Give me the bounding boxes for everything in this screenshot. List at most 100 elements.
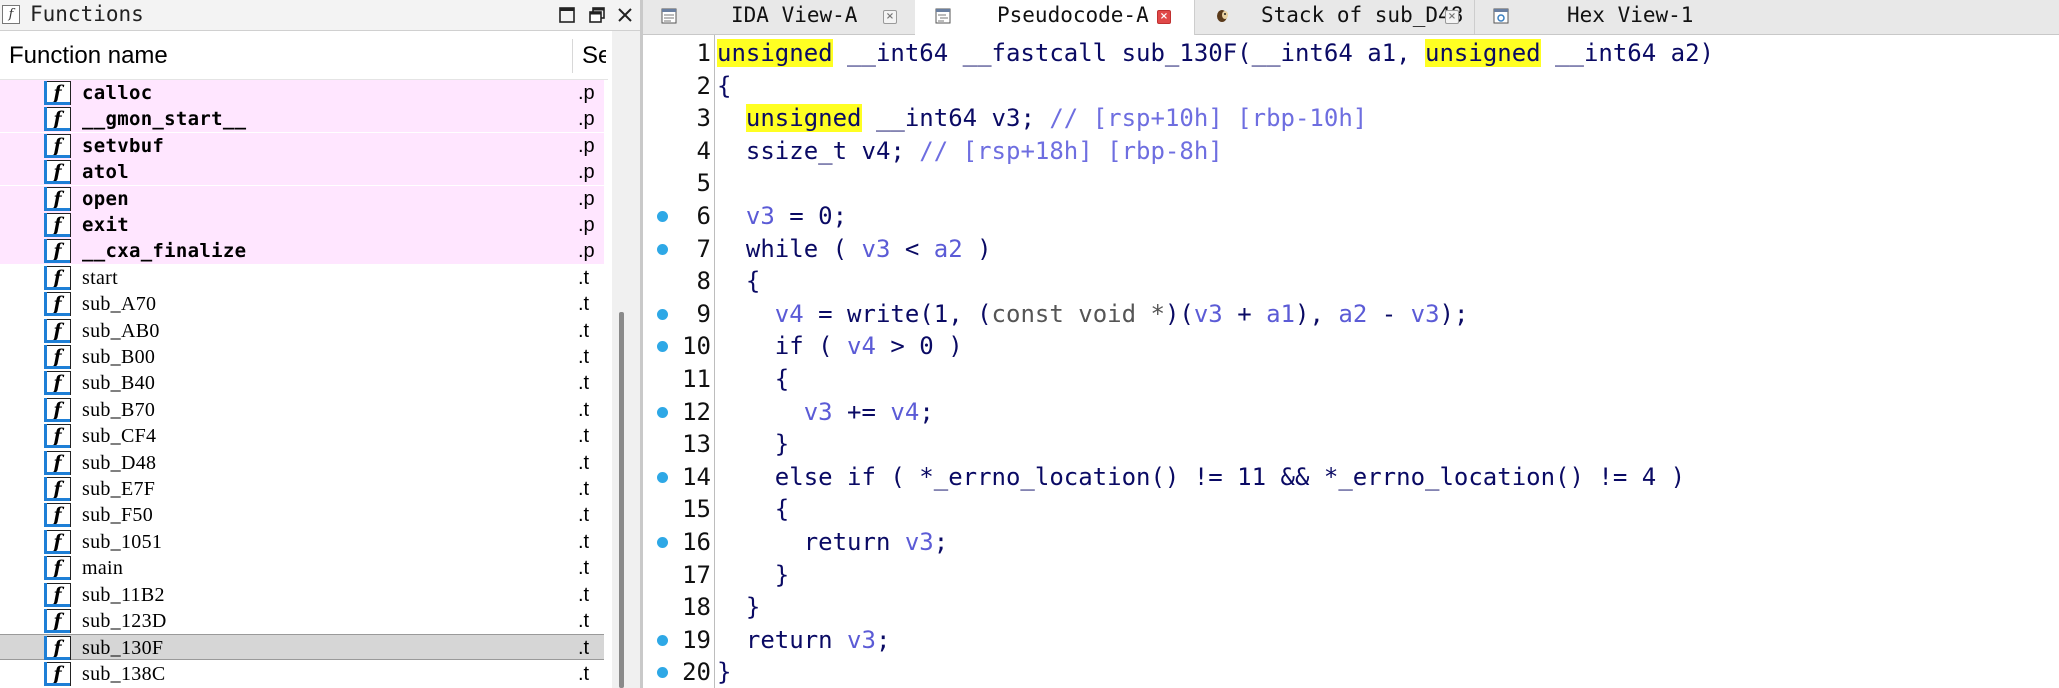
- line-number: 18: [682, 593, 711, 622]
- function-icon: f: [44, 661, 71, 686]
- code-text[interactable]: {: [717, 265, 760, 297]
- function-row[interactable]: f __gmon_start__ .p: [0, 106, 604, 133]
- code-line[interactable]: 9 v4 = write(1, (const void *)(v3 + a1),…: [643, 298, 2059, 330]
- pseudocode-view[interactable]: 1 unsigned __int64 __fastcall sub_130F(__…: [643, 35, 2059, 688]
- code-line[interactable]: 3 unsigned __int64 v3; // [rsp+10h] [rbp…: [643, 102, 2059, 134]
- code-line[interactable]: 15 {: [643, 493, 2059, 525]
- function-icon: f: [44, 186, 71, 211]
- column-segment[interactable]: Se: [582, 42, 606, 70]
- code-line[interactable]: 12 v3 += v4;: [643, 396, 2059, 428]
- code-text[interactable]: }: [717, 559, 789, 591]
- close-panel-icon[interactable]: [612, 2, 638, 28]
- code-line[interactable]: 20}: [643, 656, 2059, 688]
- tab-label: Stack of sub_D48: [1261, 3, 1464, 27]
- code-line[interactable]: 10 if ( v4 > 0 ): [643, 330, 2059, 362]
- function-row[interactable]: f setvbuf .p: [0, 132, 604, 159]
- function-row[interactable]: f sub_F50 .t: [0, 502, 604, 528]
- function-row[interactable]: f sub_CF4 .t: [0, 423, 604, 449]
- code-token: __int64 v3;: [861, 104, 1050, 133]
- code-line[interactable]: 8 {: [643, 265, 2059, 297]
- function-row[interactable]: f sub_B40 .t: [0, 370, 604, 396]
- tab-close-icon[interactable]: ×: [1445, 10, 1459, 24]
- function-row[interactable]: f sub_E7F .t: [0, 476, 604, 502]
- function-icon: f: [44, 318, 71, 343]
- line-number: 7: [696, 234, 711, 263]
- column-separator[interactable]: [572, 39, 573, 73]
- code-text[interactable]: v4 = write(1, (const void *)(v3 + a1), a…: [717, 298, 1469, 330]
- code-text[interactable]: }: [717, 591, 760, 623]
- tab-close-icon[interactable]: ×: [1157, 10, 1171, 24]
- code-text[interactable]: {: [717, 493, 789, 525]
- code-text[interactable]: while ( v3 < a2 ): [717, 233, 992, 265]
- code-text[interactable]: }: [717, 656, 731, 688]
- function-name: atol: [82, 161, 129, 184]
- function-icon: f: [44, 239, 71, 264]
- code-text[interactable]: unsigned __int64 v3; // [rsp+10h] [rbp-1…: [717, 102, 1367, 134]
- function-segment: .t: [578, 346, 590, 368]
- code-text[interactable]: v3 += v4;: [717, 396, 934, 428]
- function-row[interactable]: f open .p: [0, 185, 604, 212]
- column-function-name[interactable]: Function name: [9, 42, 168, 70]
- function-row[interactable]: f atol .p: [0, 159, 604, 186]
- line-number: 2: [696, 71, 711, 100]
- code-token: ;: [933, 528, 949, 556]
- function-row[interactable]: f sub_A70 .t: [0, 291, 604, 317]
- function-row[interactable]: f calloc .p: [0, 80, 604, 106]
- function-row[interactable]: f sub_AB0 .t: [0, 318, 604, 344]
- functions-title-bar: f Functions: [0, 0, 640, 31]
- maximize-icon[interactable]: [554, 2, 580, 28]
- function-row[interactable]: f sub_B00 .t: [0, 344, 604, 370]
- function-name: calloc: [82, 82, 153, 104]
- code-line[interactable]: 6 v3 = 0;: [643, 200, 2059, 232]
- code-text[interactable]: }: [717, 428, 789, 460]
- function-segment: .t: [578, 398, 590, 421]
- function-row[interactable]: f sub_B70 .t: [0, 397, 604, 423]
- function-icon: f: [44, 292, 71, 317]
- function-row[interactable]: f sub_D48 .t: [0, 450, 604, 476]
- code-line[interactable]: 11 {: [643, 363, 2059, 395]
- code-line[interactable]: 7 while ( v3 < a2 ): [643, 233, 2059, 265]
- code-variable: a2: [933, 234, 963, 263]
- functions-scrollbar[interactable]: [612, 31, 640, 688]
- function-row[interactable]: f sub_1051 .t: [0, 529, 604, 555]
- code-text[interactable]: {: [717, 70, 731, 102]
- function-row[interactable]: f sub_138C .t: [0, 661, 604, 687]
- function-row[interactable]: f start .t: [0, 265, 604, 291]
- code-line[interactable]: 5: [643, 167, 2059, 199]
- code-text[interactable]: if ( v4 > 0 ): [717, 330, 963, 362]
- function-row[interactable]: f sub_123D .t: [0, 608, 604, 634]
- code-text[interactable]: return v3;: [717, 526, 949, 558]
- line-number: 16: [682, 528, 711, 556]
- code-text[interactable]: return v3;: [717, 624, 891, 656]
- line-number: 14: [682, 462, 711, 491]
- code-keyword-highlight: unsigned: [1425, 39, 1541, 67]
- code-line[interactable]: 16 return v3;: [643, 526, 2059, 558]
- tab-stack-of-sub-d48[interactable]: Stack of sub_D48 ×: [1195, 0, 1475, 34]
- tab-close-icon[interactable]: ×: [883, 10, 897, 24]
- function-row[interactable]: f sub_130F .t: [0, 634, 604, 661]
- function-row[interactable]: f main .t: [0, 555, 604, 581]
- function-row[interactable]: f __cxa_finalize .p: [0, 238, 604, 265]
- float-window-icon[interactable]: [584, 2, 610, 28]
- code-text[interactable]: v3 = 0;: [717, 200, 847, 232]
- code-text[interactable]: {: [717, 363, 789, 395]
- function-row[interactable]: f exit .p: [0, 212, 604, 238]
- functions-scrollbar-thumb[interactable]: [619, 312, 624, 688]
- code-line[interactable]: 2{: [643, 70, 2059, 102]
- function-row[interactable]: f sub_11B2 .t: [0, 582, 604, 608]
- code-line[interactable]: 14 else if ( *_errno_location() != 11 &&…: [643, 461, 2059, 493]
- code-line[interactable]: 17 }: [643, 559, 2059, 591]
- tab-pseudocode-a[interactable]: Pseudocode-A ×: [915, 0, 1195, 35]
- line-number: 4: [696, 136, 711, 165]
- code-text[interactable]: ssize_t v4; // [rsp+18h] [rbp-8h]: [717, 135, 1223, 167]
- code-text[interactable]: else if ( *_errno_location() != 11 && *_…: [717, 461, 1685, 493]
- code-line[interactable]: 19 return v3;: [643, 624, 2059, 656]
- tab-hex-view-1[interactable]: Hex View-1: [1475, 0, 2059, 34]
- code-line[interactable]: 13 }: [643, 428, 2059, 460]
- code-token: ): [962, 234, 992, 263]
- code-line[interactable]: 18 }: [643, 591, 2059, 623]
- code-line[interactable]: 1 unsigned __int64 __fastcall sub_130F(__…: [643, 37, 2059, 69]
- code-text[interactable]: unsigned __int64 __fastcall sub_130F(__i…: [717, 37, 1714, 69]
- code-line[interactable]: 4 ssize_t v4; // [rsp+18h] [rbp-8h]: [643, 135, 2059, 167]
